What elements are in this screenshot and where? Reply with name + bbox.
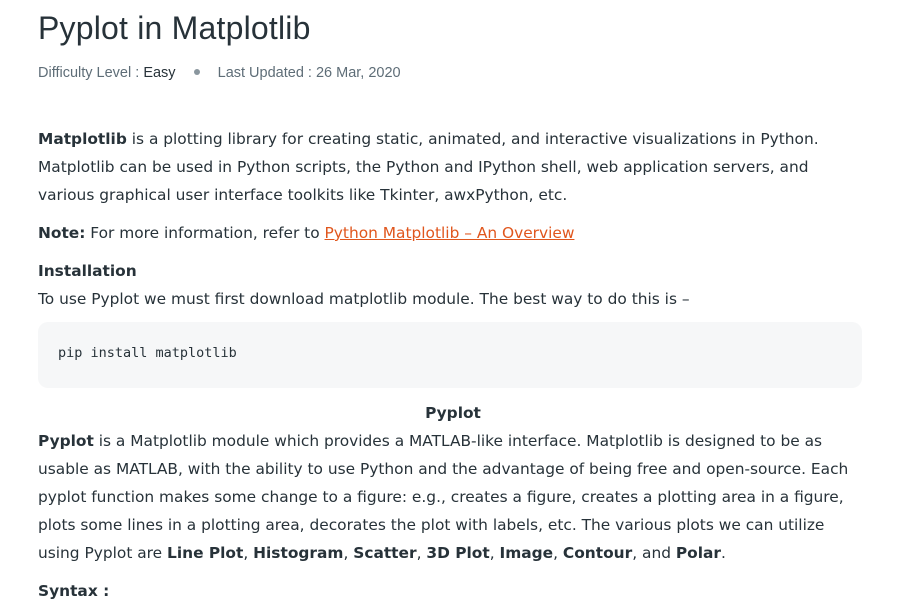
plot-type-contour: Contour: [562, 544, 633, 562]
plot-type-image: Image: [499, 544, 554, 562]
plot-type-histogram: Histogram: [253, 544, 344, 562]
note-label: Note:: [38, 224, 86, 242]
updated-label: Last Updated :: [217, 65, 316, 81]
intro-bold: Matplotlib: [38, 130, 127, 148]
pyplot-paragraph: Pyplot is a Matplotlib module which prov…: [38, 427, 868, 567]
installation-heading: Installation: [38, 262, 137, 280]
plot-type-line: Line Plot: [167, 544, 244, 562]
note-paragraph: Note: For more information, refer to Pyt…: [38, 219, 868, 247]
pyplot-heading: Pyplot: [425, 404, 481, 422]
pyplot-bold: Pyplot: [38, 432, 94, 450]
list-and: , and: [632, 544, 676, 562]
installation-text: To use Pyplot we must first download mat…: [38, 290, 690, 308]
list-separator: ,: [243, 544, 254, 562]
list-separator: ,: [489, 544, 500, 562]
code-block[interactable]: pip install matplotlib: [38, 322, 862, 388]
list-separator: ,: [553, 544, 563, 562]
updated-value: 26 Mar, 2020: [315, 65, 401, 81]
intro-text: is a plotting library for creating stati…: [38, 130, 819, 204]
pyplot-text: is a Matplotlib module which provides a …: [38, 432, 849, 562]
code-install-command[interactable]: pip install matplotlib: [58, 345, 237, 361]
overview-link[interactable]: Python Matplotlib – An Overview: [325, 224, 575, 242]
plot-type-3d: 3D Plot: [426, 544, 490, 562]
syntax-heading: Syntax :: [38, 582, 110, 600]
list-separator: ,: [343, 544, 354, 562]
list-end: .: [720, 544, 726, 562]
plot-type-polar: Polar: [675, 544, 721, 562]
note-text: For more information, refer to: [85, 224, 325, 242]
difficulty-value[interactable]: Easy: [143, 65, 175, 81]
plot-type-scatter: Scatter: [353, 544, 417, 562]
difficulty-label: Difficulty Level :: [38, 65, 144, 81]
list-separator: ,: [416, 544, 427, 562]
meta-separator-dot: [193, 69, 200, 76]
article-meta: Difficulty Level : Easy Last Updated : 2…: [38, 65, 401, 81]
page-title: Pyplot in Matplotlib: [38, 10, 311, 46]
intro-paragraph: Matplotlib is a plotting library for cre…: [38, 125, 868, 209]
